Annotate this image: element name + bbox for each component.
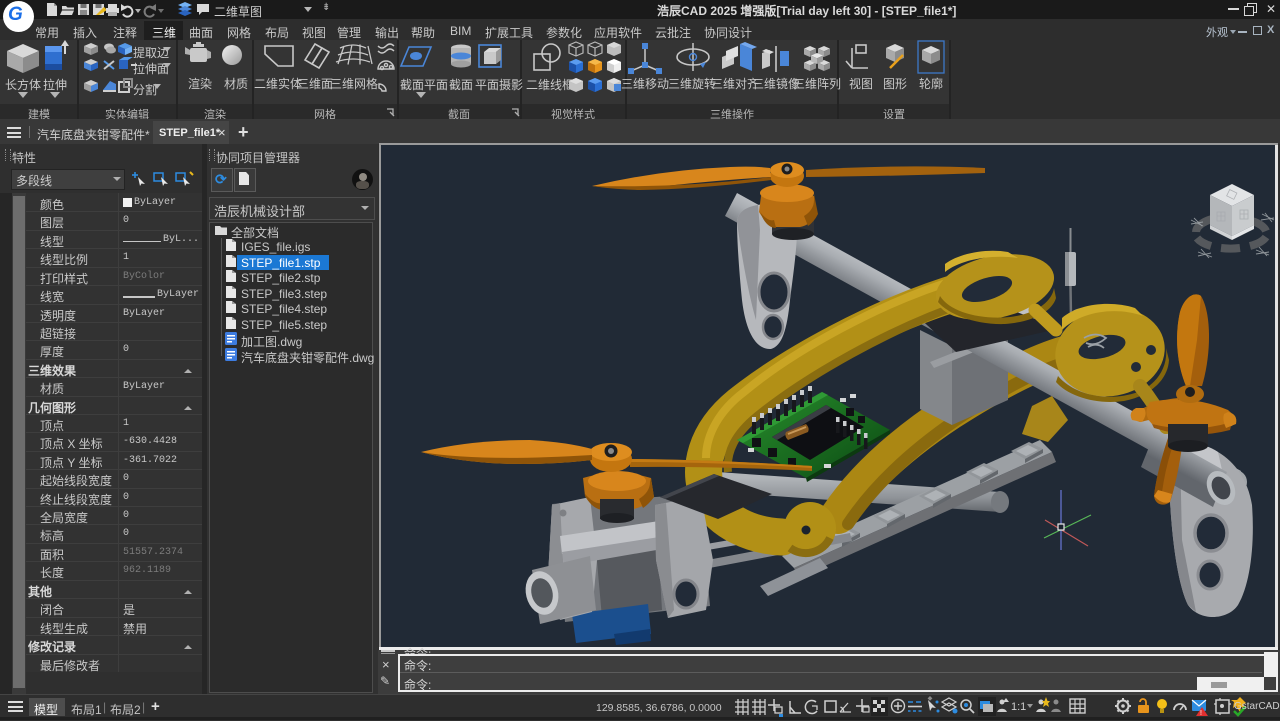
svg-text:1:1: 1:1 [1011, 701, 1026, 713]
svg-text:GstarCAD: GstarCAD [1234, 701, 1280, 712]
svg-text:!: ! [1200, 710, 1202, 717]
